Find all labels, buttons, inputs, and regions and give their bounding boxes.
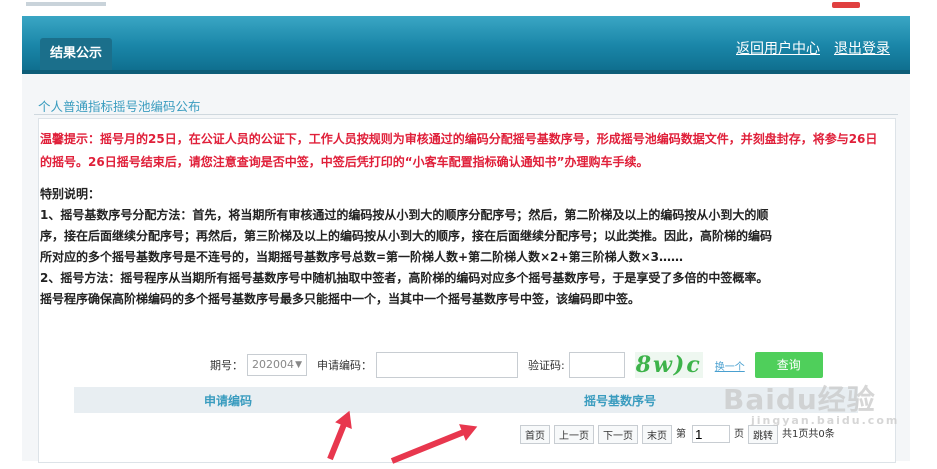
chevron-down-icon: ▼ <box>295 360 302 370</box>
tab-results[interactable]: 结果公示 <box>40 38 113 70</box>
special-line: 2、摇号方法：摇号程序从当期所有摇号基数序号中随机抽取中签者，高阶梯的编码对应多… <box>40 271 769 285</box>
column-application-code: 申请编码 <box>204 394 253 408</box>
section-divider <box>34 114 898 115</box>
watermark-sub: jingyan.baidu.com <box>751 414 900 427</box>
brand-mark <box>832 2 860 8</box>
header-strip <box>22 0 910 16</box>
period-select-value: 202004 <box>252 358 294 371</box>
refresh-captcha-link[interactable]: 换一个 <box>715 358 745 373</box>
special-line: 摇号程序确保高阶梯编码的多个摇号基数序号最多只能摇中一个，当其中一个摇号基数序号… <box>40 292 641 306</box>
page-prefix: 第 <box>676 429 686 440</box>
special-heading: 特别说明： <box>40 187 101 201</box>
page-number-input[interactable] <box>692 425 730 443</box>
baidu-watermark: Baidu经验 jingyan.baidu.com <box>723 378 899 427</box>
return-user-center-link[interactable]: 返回用户中心 <box>736 38 820 58</box>
page-suffix: 页 <box>734 429 744 440</box>
nav-links: 返回用户中心 退出登录 <box>736 38 890 58</box>
watermark-text: Baidu经验 <box>723 383 876 416</box>
application-code-label: 申请编码： <box>317 359 372 372</box>
query-button[interactable]: 查询 <box>754 352 823 378</box>
last-page-button[interactable]: 末页 <box>642 425 672 444</box>
period-select[interactable]: 202004 ▼ <box>247 354 307 376</box>
special-notes: 特别说明： 1、摇号基数序号分配方法：首先，将当期所有审核通过的编码按从小到大的… <box>40 184 880 310</box>
page-total: 共1页共0条 <box>782 429 835 440</box>
captcha-image: 8w)c <box>634 352 703 378</box>
next-page-button[interactable]: 下一页 <box>598 425 638 444</box>
pagination: 首页 上一页 下一页 末页 第 页 跳转 共1页共0条 <box>520 425 835 444</box>
special-line: 序，接在后面继续分配序号；再然后，第三阶梯及以上的编码按从小到大的顺序，接在后面… <box>40 229 773 243</box>
special-line: 1、摇号基数序号分配方法：首先，将当期所有审核通过的编码按从小到大的顺序分配序号… <box>40 208 769 222</box>
go-page-button[interactable]: 跳转 <box>748 425 778 444</box>
site-logo <box>26 2 106 6</box>
column-lottery-base-number: 摇号基数序号 <box>584 394 657 408</box>
search-form: 期号： 202004 ▼ 申请编码： 验证码: 8w)c 换一个 查询 <box>210 352 823 378</box>
application-code-input[interactable] <box>376 352 518 378</box>
captcha-input[interactable] <box>568 352 625 378</box>
logout-link[interactable]: 退出登录 <box>834 38 890 58</box>
special-line: 所对应的多个摇号基数序号是不连号的，当期摇号基数序号总数=第一阶梯人数+第二阶梯… <box>40 250 683 264</box>
top-nav: 结果公示 返回用户中心 退出登录 <box>22 16 910 70</box>
section-title: 个人普通指标摇号池编码公布 <box>38 99 201 114</box>
notice-text: 温馨提示：摇号月的25日，在公证人员的公证下，工作人员按规则为审核通过的编码分配… <box>40 132 878 169</box>
captcha-label: 验证码: <box>528 359 565 372</box>
first-page-button[interactable]: 首页 <box>520 425 550 444</box>
prev-page-button[interactable]: 上一页 <box>554 425 594 444</box>
nav-divider <box>22 70 910 74</box>
period-label: 期号： <box>210 359 243 372</box>
